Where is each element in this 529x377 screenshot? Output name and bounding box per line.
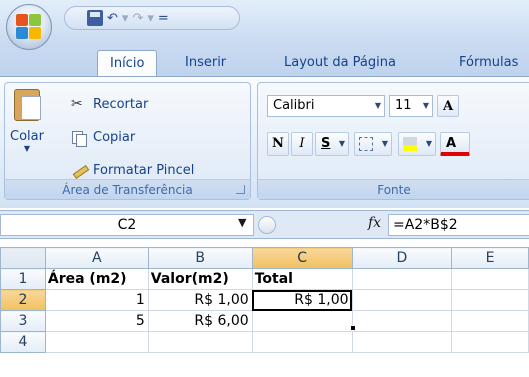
cell-b1[interactable]: Valor(m2) [147, 268, 253, 290]
row-header[interactable]: 4 [0, 331, 46, 353]
cell-c4[interactable] [251, 331, 353, 353]
cell-e3[interactable] [451, 310, 529, 332]
customize-toolbar-icon[interactable]: = [158, 11, 169, 26]
office-button[interactable] [6, 4, 52, 50]
cell-a2[interactable]: 1 [44, 289, 149, 311]
format-painter-icon [71, 163, 87, 179]
chevron-down-icon: ▼ [381, 139, 388, 148]
cell-a4[interactable] [44, 331, 149, 353]
cell-b3[interactable]: R$ 6,00 [147, 310, 253, 332]
row-header[interactable]: 2 [0, 289, 46, 311]
undo-dropdown-icon[interactable]: ▾ [122, 11, 129, 26]
clipboard-group: Colar ▼ Recortar Copiar Formatar Pincel … [4, 82, 251, 200]
insert-function-icon[interactable]: fx [368, 215, 381, 231]
name-box[interactable]: C2 [0, 214, 254, 236]
cell-e4[interactable] [451, 331, 529, 353]
column-header[interactable]: E [451, 247, 529, 269]
font-group: Calibri ▼ 11 ▼ A N I S ▼ ▼ ▼ A Fonte [257, 82, 529, 200]
format-painter-label: Formatar Pincel [93, 163, 195, 178]
spreadsheet-grid: A B C D E 1 Área (m2) Valor(m2) Total 2 … [0, 247, 529, 353]
dialog-launcher-icon[interactable] [236, 185, 245, 194]
fill-handle[interactable] [350, 325, 356, 331]
row-header[interactable]: 3 [0, 310, 46, 332]
ribbon: Colar ▼ Recortar Copiar Formatar Pincel … [0, 76, 529, 208]
cell-e1[interactable] [451, 268, 529, 290]
paste-dropdown-icon[interactable]: ▼ [9, 144, 45, 153]
bold-button[interactable]: N [267, 132, 289, 156]
chevron-down-icon: ▼ [338, 139, 345, 148]
chevron-down-icon: ▼ [374, 101, 381, 110]
formula-bar-expand-icon[interactable] [258, 216, 276, 234]
italic-button[interactable]: I [291, 132, 313, 156]
clipboard-icon [14, 89, 41, 121]
cell-d2[interactable] [351, 289, 453, 311]
cell-e2[interactable] [451, 289, 529, 311]
borders-icon [359, 136, 373, 151]
format-painter-button[interactable]: Formatar Pincel [93, 161, 194, 181]
select-all-corner[interactable] [0, 247, 46, 269]
font-size-value: 11 [395, 98, 412, 113]
cell-d3[interactable] [351, 310, 453, 332]
cell-b4[interactable] [147, 331, 253, 353]
column-header[interactable]: D [351, 247, 453, 269]
clipboard-group-label: Área de Transferência [5, 179, 250, 199]
copy-button[interactable]: Copiar [72, 128, 136, 148]
underline-label: S [321, 136, 331, 151]
cell-a3[interactable]: 5 [44, 310, 149, 332]
chevron-down-icon: ▼ [422, 101, 429, 110]
spreadsheet-area: A B C D E 1 Área (m2) Valor(m2) Total 2 … [0, 247, 529, 377]
borders-button[interactable]: ▼ [354, 132, 392, 156]
font-color-button[interactable]: A [440, 132, 470, 156]
row-header[interactable]: 1 [0, 268, 46, 290]
quick-access-toolbar: ↶ ▾ ↷ ▾ = [64, 6, 240, 30]
paste-button[interactable]: Colar ▼ [9, 89, 45, 167]
copy-icon [71, 130, 87, 147]
font-size-select[interactable]: 11 ▼ [389, 95, 433, 117]
column-header[interactable]: B [147, 247, 253, 269]
font-name-select[interactable]: Calibri ▼ [267, 95, 385, 117]
redo-dropdown-icon[interactable]: ▾ [147, 11, 154, 26]
fill-color-icon [403, 136, 417, 151]
font-group-label: Fonte [258, 179, 529, 199]
underline-button[interactable]: S ▼ [315, 132, 349, 156]
title-bar: ↶ ▾ ↷ ▾ = [0, 0, 529, 44]
cell-d4[interactable] [351, 331, 453, 353]
formula-bar: C2 ▼ fx =A2*B$2 [0, 210, 529, 239]
grow-font-button[interactable]: A [437, 95, 459, 117]
undo-icon[interactable]: ↶ [107, 11, 118, 26]
cell-c1[interactable]: Total [251, 268, 353, 290]
ribbon-tabs: Início Inserir Layout da Página Fórmulas [0, 44, 529, 77]
column-header[interactable]: C [251, 247, 353, 269]
name-box-dropdown-icon[interactable]: ▼ [238, 216, 246, 229]
copy-label: Copiar [93, 130, 136, 145]
tab-layout-da-pagina[interactable]: Layout da Página [284, 50, 396, 77]
tab-inserir[interactable]: Inserir [185, 50, 226, 77]
column-header[interactable]: A [44, 247, 149, 269]
paste-label: Colar [10, 129, 44, 144]
cell-c2[interactable]: R$ 1,00 [251, 289, 353, 311]
cell-a1[interactable]: Área (m2) [44, 268, 149, 290]
cell-c3[interactable] [251, 310, 353, 332]
tab-inicio[interactable]: Início [97, 50, 158, 77]
cut-button[interactable]: Recortar [71, 94, 149, 115]
font-name-value: Calibri [273, 98, 315, 113]
chevron-down-icon: ▼ [425, 139, 432, 148]
save-icon[interactable] [87, 10, 103, 26]
redo-icon[interactable]: ↷ [132, 11, 143, 26]
cell-b2[interactable]: R$ 1,00 [147, 289, 253, 311]
tab-formulas[interactable]: Fórmulas [459, 50, 518, 77]
fill-color-button[interactable]: ▼ [398, 132, 436, 156]
cell-d1[interactable] [351, 268, 453, 290]
scissors-icon [71, 94, 87, 114]
formula-input[interactable]: =A2*B$2 [388, 214, 529, 236]
cut-label: Recortar [93, 97, 149, 112]
office-logo-icon [16, 14, 42, 40]
